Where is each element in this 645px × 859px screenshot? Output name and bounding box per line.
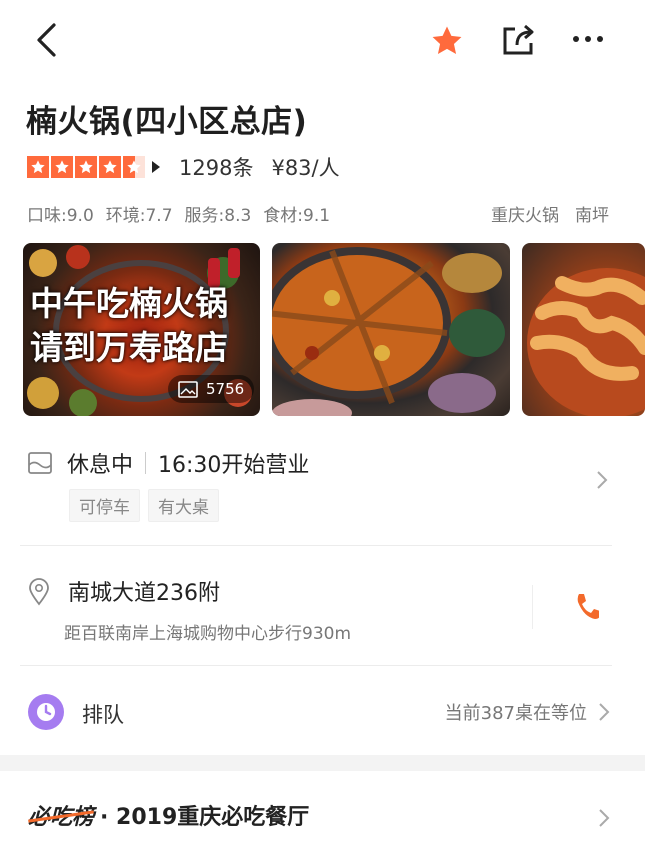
ranking-title: · 2019重庆必吃餐厅 [100,805,310,830]
divider [532,585,533,629]
queue-status[interactable]: 当前387桌在等位 [445,699,587,725]
share-button[interactable] [498,20,538,60]
promo-line-2: 请到万寿路店 [30,328,228,367]
caret-right-icon [152,161,160,173]
rating-stars [27,156,145,178]
photo-count: 5756 [206,380,245,398]
star-icon [27,156,49,178]
score-environment: 环境:7.7 [105,206,173,226]
category-tags: 重庆火锅 南坪 [491,201,609,226]
amenity-chips: 可停车 有大桌 [69,489,219,522]
chevron-left-icon [37,23,56,57]
back-button[interactable] [28,20,64,60]
image-icon [178,380,198,398]
promo-line-1: 中午吃楠火锅 [30,284,228,323]
avg-price: ¥83/人 [271,156,340,180]
storefront-icon [28,452,52,474]
score-taste: 口味:9.0 [27,206,94,226]
amenity-parking: 可停车 [69,489,140,522]
more-button[interactable] [568,24,608,54]
more-icon [573,36,603,42]
score-ingredients: 食材:9.1 [263,206,331,226]
call-button[interactable] [568,588,604,624]
category-tag[interactable]: 重庆火锅 [491,201,559,226]
hours-row[interactable]: 休息中 16:30开始营业 [27,448,309,478]
chicken-feet-photo [527,268,645,416]
half-star-icon [123,156,145,178]
chevron-right-icon[interactable] [598,808,610,828]
photo-count-badge[interactable]: 5756 [168,375,255,403]
section-separator [0,755,645,771]
chevron-right-icon[interactable] [596,470,608,490]
star-icon [75,156,97,178]
top-bar [0,0,645,80]
phone-icon [577,594,599,619]
address-distance: 距百联南岸上海城购物中心步行930m [64,624,352,644]
review-count: 1298条 [179,156,254,180]
photo-hotpot[interactable] [272,243,510,416]
must-eat-logo: 必吃榜 [28,799,94,831]
rating-row[interactable]: 1298条 ¥83/人 [27,152,340,182]
queue-label[interactable]: 排队 [82,699,124,729]
hotpot-photo-2 [272,247,505,416]
address-street[interactable]: 南城大道236附 [68,575,220,607]
restaurant-name: 楠火锅(四小区总店) [26,104,308,140]
star-icon [51,156,73,178]
amenity-large-table: 有大桌 [148,489,219,522]
open-time: 16:30开始营业 [158,453,310,478]
promo-overlay-text: 中午吃楠火锅 请到万寿路店 [30,282,228,370]
star-icon [99,156,121,178]
share-icon [503,24,534,55]
favorite-button[interactable] [428,22,466,60]
divider [20,545,612,546]
area-tag[interactable]: 南坪 [575,201,609,226]
clock-icon [28,694,64,730]
location-pin-icon [29,578,49,606]
score-list: 口味:9.0 环境:7.7 服务:8.3 食材:9.1 [27,201,330,226]
divider [20,665,612,666]
chevron-right-icon[interactable] [598,702,610,722]
ranking-row[interactable]: 必吃榜 · 2019重庆必吃餐厅 [28,799,309,831]
score-service: 服务:8.3 [184,206,252,226]
star-icon [432,26,462,55]
open-status: 休息中 [67,453,134,478]
divider [145,452,147,474]
photo-dish[interactable] [522,243,645,416]
